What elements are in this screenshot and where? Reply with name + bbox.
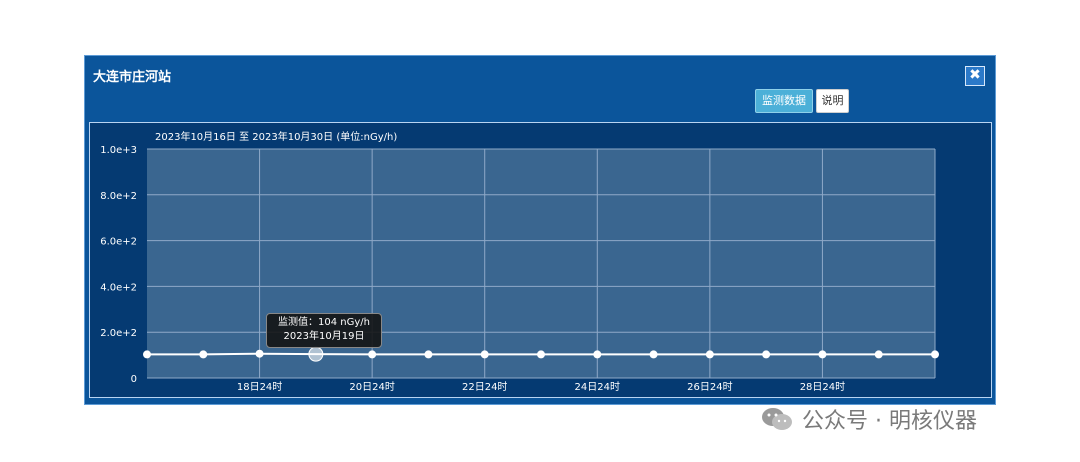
data-point [931, 350, 939, 359]
x-tick-label: 18日24时 [237, 381, 282, 393]
data-point [480, 350, 489, 359]
chart-frame: 0 2.0e+2 4.0e+2 6.0e+2 8.0e+2 1.0e+3 18日24时 20日… [89, 122, 992, 398]
data-point [762, 350, 771, 359]
wechat-icon [762, 408, 792, 430]
data-point [649, 350, 658, 359]
chart-tooltip: 监测值：104 nGy/h 2023年10月19日 [266, 313, 382, 348]
y-tick-label: 2.0e+2 [100, 328, 137, 339]
data-point [368, 350, 377, 359]
window-title: 大连市庄河站 [93, 70, 172, 85]
data-point [424, 350, 433, 359]
line-chart: 0 2.0e+2 4.0e+2 6.0e+2 8.0e+2 1.0e+3 18日24时 20日… [100, 145, 939, 393]
monitor-data-button[interactable]: 监测数据 [755, 89, 813, 113]
y-tick-label: 0 [131, 374, 137, 385]
chart-caption: 2023年10月16日 至 2023年10月30日 (单位:nGy/h) [155, 132, 398, 143]
data-point [593, 350, 602, 359]
chart-window: 大连市庄河站 ✖ 监测数据 说明 0 2.0e+2 4.0e+2 6.0e+2 8.0e… [84, 55, 996, 405]
data-point [308, 346, 324, 362]
data-point [874, 350, 883, 359]
data-point [818, 350, 827, 359]
watermark: 公众号 · 明核仪器 [760, 402, 977, 436]
y-tick-label: 1.0e+3 [100, 145, 137, 156]
x-tick-label: 24日24时 [575, 381, 620, 393]
y-tick-label: 6.0e+2 [100, 237, 137, 248]
tooltip-value: 监测值：104 nGy/h [278, 317, 370, 328]
tooltip-date: 2023年10月19日 [283, 331, 365, 342]
help-button[interactable]: 说明 [816, 89, 849, 113]
close-button[interactable]: ✖ [965, 66, 985, 86]
x-tick-label: 22日24时 [462, 381, 507, 393]
x-tick-label: 20日24时 [349, 381, 394, 393]
x-tick-label: 26日24时 [687, 381, 732, 393]
data-point [705, 350, 714, 359]
data-point [199, 350, 208, 359]
data-point [255, 349, 264, 358]
data-point [537, 350, 545, 359]
x-tick-label: 28日24时 [800, 381, 845, 393]
y-tick-label: 4.0e+2 [100, 282, 137, 293]
watermark-text: 公众号 · 明核仪器 [802, 409, 977, 434]
data-point [143, 350, 151, 359]
y-tick-label: 8.0e+2 [100, 191, 137, 202]
